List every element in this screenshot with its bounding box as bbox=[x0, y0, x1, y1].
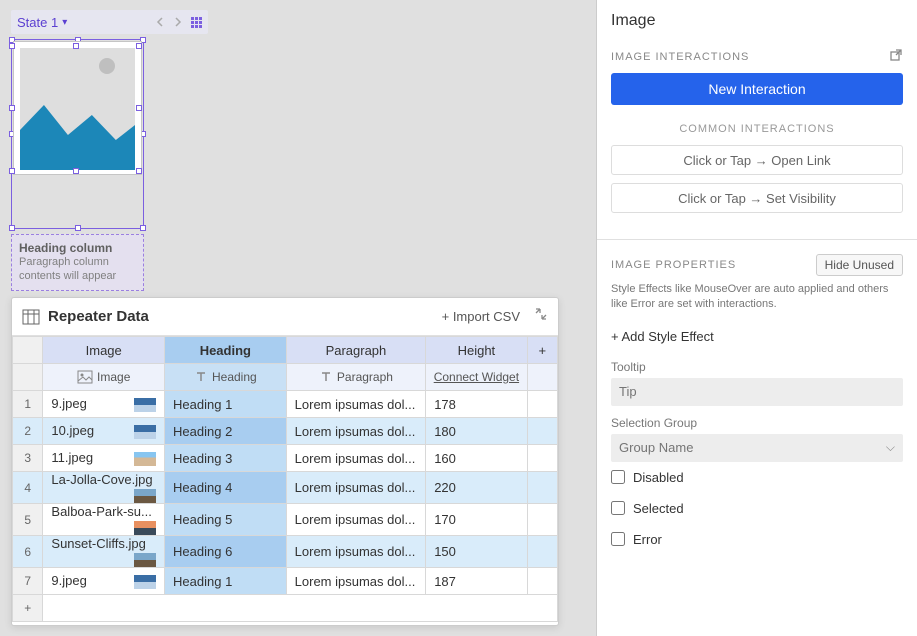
row-number[interactable]: 4 bbox=[13, 472, 43, 504]
chevron-left-icon[interactable] bbox=[154, 16, 166, 28]
cell-paragraph[interactable]: Lorem ipsumas dol... bbox=[286, 391, 426, 418]
cell-heading[interactable]: Heading 1 bbox=[165, 568, 287, 595]
cell-heading[interactable]: Heading 3 bbox=[165, 445, 287, 472]
state-selector[interactable]: State 1 ▾ bbox=[11, 10, 208, 34]
selected-checkbox[interactable] bbox=[611, 501, 625, 515]
table-icon bbox=[22, 309, 40, 325]
thumbnail bbox=[134, 452, 156, 466]
cell-heading[interactable]: Heading 1 bbox=[165, 391, 287, 418]
cell-paragraph[interactable]: Lorem ipsumas dol... bbox=[286, 472, 426, 504]
row-number[interactable]: 7 bbox=[13, 568, 43, 595]
canvas[interactable]: State 1 ▾ Heading column Paragraph colum… bbox=[0, 0, 596, 636]
external-link-icon[interactable] bbox=[889, 48, 903, 65]
table-row[interactable]: 19.jpegHeading 1Lorem ipsumas dol...178 bbox=[13, 391, 558, 418]
cell-image[interactable]: Balboa-Park-su... bbox=[43, 504, 165, 536]
row-number[interactable]: 6 bbox=[13, 536, 43, 568]
disabled-checkbox[interactable] bbox=[611, 470, 625, 484]
cell-image[interactable]: Sunset-Cliffs.jpg bbox=[43, 536, 165, 568]
col-paragraph[interactable]: Paragraph bbox=[286, 337, 426, 364]
col-image[interactable]: Image bbox=[43, 337, 165, 364]
cell-height[interactable]: 170 bbox=[426, 504, 527, 536]
thumbnail bbox=[134, 398, 156, 412]
cell-heading[interactable]: Heading 2 bbox=[165, 418, 287, 445]
thumbnail bbox=[134, 489, 156, 503]
cell-image[interactable]: 10.jpeg bbox=[43, 418, 165, 445]
sub-paragraph[interactable]: Paragraph bbox=[286, 364, 426, 391]
cell-paragraph[interactable]: Lorem ipsumas dol... bbox=[286, 536, 426, 568]
table-row[interactable]: 6Sunset-Cliffs.jpgHeading 6Lorem ipsumas… bbox=[13, 536, 558, 568]
cell-paragraph[interactable]: Lorem ipsumas dol... bbox=[286, 418, 426, 445]
cell-height[interactable]: 187 bbox=[426, 568, 527, 595]
repeater-data-panel: Repeater Data + Import CSV Image Heading… bbox=[11, 297, 559, 626]
properties-description: Style Effects like MouseOver are auto ap… bbox=[597, 282, 917, 323]
table-row[interactable]: 79.jpegHeading 1Lorem ipsumas dol...187 bbox=[13, 568, 558, 595]
text-placeholder[interactable]: Heading column Paragraph column contents… bbox=[11, 234, 144, 291]
import-csv-button[interactable]: + Import CSV bbox=[442, 309, 520, 324]
thumbnail bbox=[134, 521, 156, 535]
chevron-right-icon[interactable] bbox=[172, 16, 184, 28]
table-row[interactable]: 210.jpegHeading 2Lorem ipsumas dol...180 bbox=[13, 418, 558, 445]
col-height[interactable]: Height bbox=[426, 337, 527, 364]
cell-image[interactable]: 9.jpeg bbox=[43, 391, 165, 418]
cell-height[interactable]: 178 bbox=[426, 391, 527, 418]
new-interaction-button[interactable]: New Interaction bbox=[611, 73, 903, 105]
image-placeholder[interactable] bbox=[13, 41, 142, 175]
hide-unused-button[interactable]: Hide Unused bbox=[816, 254, 903, 276]
cell-height[interactable]: 160 bbox=[426, 445, 527, 472]
common-set-visibility[interactable]: Click or Tap → Set Visibility bbox=[611, 183, 903, 213]
state-label: State 1 bbox=[17, 15, 58, 30]
cell-heading[interactable]: Heading 4 bbox=[165, 472, 287, 504]
cell-image[interactable]: La-Jolla-Cove.jpg bbox=[43, 472, 165, 504]
thumbnail bbox=[134, 575, 156, 589]
add-row-button[interactable]: + bbox=[13, 595, 43, 622]
table-row[interactable]: 311.jpegHeading 3Lorem ipsumas dol...160 bbox=[13, 445, 558, 472]
error-checkbox[interactable] bbox=[611, 532, 625, 546]
tooltip-input[interactable] bbox=[611, 378, 903, 406]
inspector-title: Image bbox=[597, 0, 917, 40]
cell-paragraph[interactable]: Lorem ipsumas dol... bbox=[286, 568, 426, 595]
row-number[interactable]: 1 bbox=[13, 391, 43, 418]
row-number[interactable]: 3 bbox=[13, 445, 43, 472]
grid-icon[interactable] bbox=[190, 16, 202, 28]
common-open-link[interactable]: Click or Tap → Open Link bbox=[611, 145, 903, 175]
sub-heading[interactable]: Heading bbox=[165, 364, 287, 391]
add-style-effect-button[interactable]: + Add Style Effect bbox=[597, 323, 917, 350]
disabled-checkbox-row[interactable]: Disabled bbox=[597, 462, 917, 493]
connect-widget-link[interactable]: Connect Widget bbox=[426, 364, 527, 391]
paragraph-placeholder: Paragraph column contents will appear bbox=[19, 255, 136, 284]
caret-down-icon: ▾ bbox=[62, 17, 67, 28]
cell-height[interactable]: 180 bbox=[426, 418, 527, 445]
heading-placeholder: Heading column bbox=[19, 241, 136, 255]
tooltip-label: Tooltip bbox=[597, 350, 917, 378]
col-heading[interactable]: Heading bbox=[165, 337, 287, 364]
panel-title: Repeater Data bbox=[48, 308, 149, 325]
selected-checkbox-row[interactable]: Selected bbox=[597, 493, 917, 524]
cell-image[interactable]: 9.jpeg bbox=[43, 568, 165, 595]
table-row[interactable]: 4La-Jolla-Cove.jpgHeading 4Lorem ipsumas… bbox=[13, 472, 558, 504]
interactions-heading: IMAGE INTERACTIONS bbox=[611, 51, 749, 63]
row-number[interactable]: 2 bbox=[13, 418, 43, 445]
cell-paragraph[interactable]: Lorem ipsumas dol... bbox=[286, 504, 426, 536]
thumbnail bbox=[134, 425, 156, 439]
inspector-panel: Image IMAGE INTERACTIONS New Interaction… bbox=[596, 0, 917, 636]
cell-paragraph[interactable]: Lorem ipsumas dol... bbox=[286, 445, 426, 472]
row-number[interactable]: 5 bbox=[13, 504, 43, 536]
collapse-icon[interactable] bbox=[534, 307, 548, 326]
properties-heading: IMAGE PROPERTIES bbox=[611, 259, 736, 271]
cell-height[interactable]: 220 bbox=[426, 472, 527, 504]
cell-heading[interactable]: Heading 6 bbox=[165, 536, 287, 568]
selection-group-label: Selection Group bbox=[597, 406, 917, 434]
data-grid[interactable]: Image Heading Paragraph Height + Image H… bbox=[12, 336, 558, 622]
sub-image[interactable]: Image bbox=[43, 364, 165, 391]
table-row[interactable]: 5Balboa-Park-su...Heading 5Lorem ipsumas… bbox=[13, 504, 558, 536]
cell-heading[interactable]: Heading 5 bbox=[165, 504, 287, 536]
thumbnail bbox=[134, 553, 156, 567]
common-interactions-heading: COMMON INTERACTIONS bbox=[597, 105, 917, 145]
cell-height[interactable]: 150 bbox=[426, 536, 527, 568]
selection-group-select[interactable] bbox=[611, 434, 903, 462]
error-checkbox-row[interactable]: Error bbox=[597, 524, 917, 555]
cell-image[interactable]: 11.jpeg bbox=[43, 445, 165, 472]
add-column-button[interactable]: + bbox=[527, 337, 557, 364]
